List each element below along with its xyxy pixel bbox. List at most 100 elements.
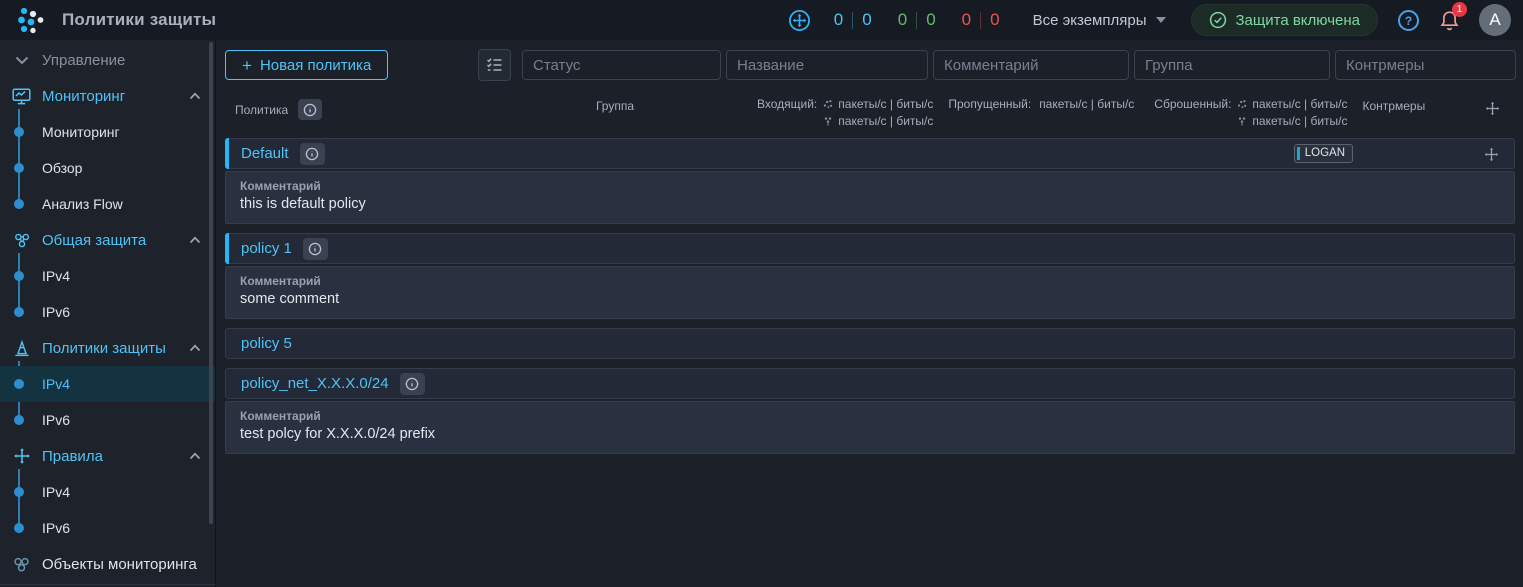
info-icon[interactable]: [303, 238, 328, 260]
policy-row-default: Default LOGAN: [225, 138, 1515, 224]
comment-text: this is default policy: [240, 196, 1500, 212]
policy-name-link[interactable]: policy 5: [241, 335, 292, 352]
mitigation-wheel-icon[interactable]: [788, 9, 811, 32]
checklist-icon: [486, 57, 503, 73]
cluster-icon: [12, 556, 31, 573]
comment-text: test polcy for X.X.X.0/24 prefix: [240, 426, 1500, 442]
flow-icon: [823, 116, 833, 126]
counter-value: 0: [862, 10, 871, 30]
filter-name-input[interactable]: [726, 50, 928, 80]
filter-status-input[interactable]: [522, 50, 721, 80]
sidebar-item-label: Политики защиты: [42, 340, 166, 357]
drag-handle-icon[interactable]: [1484, 147, 1499, 162]
new-policy-button[interactable]: + Новая политика: [225, 50, 388, 80]
policy-row-policy-net: policy_net_X.X.X.0/24 Комментарий test p…: [225, 368, 1515, 454]
sidebar-divider: [0, 584, 215, 585]
toolbar: + Новая политика: [225, 49, 1516, 81]
sidebar: Управление Мониторинг: [0, 40, 216, 587]
sidebar-item-obshaya-zashita[interactable]: Общая защита: [0, 222, 215, 258]
info-icon[interactable]: [298, 99, 322, 120]
chevron-up-icon: [189, 452, 201, 460]
policy-title-row[interactable]: policy 1: [225, 233, 1515, 264]
counter-red: 0 0: [962, 10, 1000, 30]
counter-green: 0 0: [898, 10, 936, 30]
sidebar-item-pravila-ipv4[interactable]: IPv4: [0, 474, 215, 510]
top-bar: Политики защиты 0 0: [0, 0, 1523, 40]
policy-comment-block: Комментарий this is default policy: [225, 171, 1515, 224]
sidebar-item-label: IPv6: [42, 304, 70, 320]
column-passed: Пропущенный: пакеты/с | биты/с: [948, 97, 1134, 111]
help-icon[interactable]: ?: [1397, 9, 1420, 32]
comment-label: Комментарий: [240, 179, 1500, 193]
flow-icon: [1237, 116, 1247, 126]
avatar[interactable]: A: [1479, 4, 1511, 36]
column-settings-button[interactable]: [478, 49, 511, 81]
sidebar-item-label: Правила: [42, 448, 103, 465]
counter-value: 0: [834, 10, 843, 30]
app-logo-icon[interactable]: [16, 5, 46, 35]
status-counters: 0 0 0 0 0 0: [834, 10, 1000, 30]
check-circle-icon: [1209, 11, 1227, 29]
sidebar-item-politiki-ipv4[interactable]: IPv4: [0, 366, 215, 402]
sidebar-scrollbar[interactable]: [209, 42, 213, 524]
drag-handle-icon[interactable]: [1485, 101, 1500, 116]
chevron-up-icon: [189, 344, 201, 352]
filter-countermeasures-input[interactable]: [1335, 50, 1516, 80]
sidebar-item-obzor[interactable]: Обзор: [0, 150, 215, 186]
policy-name-link[interactable]: Default: [241, 145, 289, 162]
sidebar-item-upravlenie[interactable]: Управление: [0, 42, 215, 78]
column-group-label: Группа: [596, 99, 634, 113]
column-policy: Политика: [235, 99, 565, 120]
sidebar-item-label: IPv4: [42, 484, 70, 500]
column-incoming: Входящий: пакеты/с | биты/с: [757, 97, 933, 128]
policy-row-policy-5: policy 5: [225, 328, 1515, 359]
sidebar-group-obshaya-zashita: Общая защита IPv4 IPv6: [0, 222, 215, 330]
units-label: пакеты/с | биты/с: [838, 114, 933, 128]
info-icon[interactable]: [400, 373, 425, 395]
sidebar-item-obshaya-ipv4[interactable]: IPv4: [0, 258, 215, 294]
sidebar-item-label: Управление: [42, 52, 125, 69]
sidebar-item-label: Анализ Flow: [42, 196, 123, 212]
svg-text:?: ?: [1405, 14, 1412, 28]
notification-count-badge: 1: [1452, 2, 1467, 17]
sidebar-item-monitoring[interactable]: Мониторинг: [0, 78, 215, 114]
filter-comment-input[interactable]: [933, 50, 1129, 80]
sidebar-item-label: IPv6: [42, 520, 70, 536]
counter-blue: 0 0: [834, 10, 872, 30]
countermeasure-badge[interactable]: LOGAN: [1294, 144, 1353, 163]
comment-text: some comment: [240, 291, 1500, 307]
counter-value: 0: [926, 10, 935, 30]
notifications-bell-icon[interactable]: 1: [1439, 9, 1460, 32]
sidebar-item-obekty-monitoringa[interactable]: Объекты мониторинга: [0, 546, 215, 582]
sidebar-item-obshaya-ipv6[interactable]: IPv6: [0, 294, 215, 330]
units-label: пакеты/с | биты/с: [1252, 114, 1347, 128]
sidebar-item-pravila[interactable]: Правила: [0, 438, 215, 474]
sidebar-group-monitoring: Мониторинг Мониторинг Обзор Анализ Flow: [0, 78, 215, 222]
counter-divider: [916, 12, 917, 29]
sidebar-item-pravila-ipv6[interactable]: IPv6: [0, 510, 215, 546]
sidebar-item-label: Общая защита: [42, 232, 146, 249]
policy-title-row[interactable]: Default LOGAN: [225, 138, 1515, 169]
plus-icon: +: [242, 57, 252, 74]
sidebar-item-politiki-ipv6[interactable]: IPv6: [0, 402, 215, 438]
info-icon[interactable]: [300, 143, 325, 165]
sidebar-item-label: IPv6: [42, 412, 70, 428]
policy-name-link[interactable]: policy 1: [241, 240, 292, 257]
comment-label: Комментарий: [240, 409, 1500, 423]
app-root: Политики защиты 0 0: [0, 0, 1523, 587]
column-passed-label: Пропущенный:: [948, 97, 1031, 111]
instance-selector[interactable]: Все экземпляры: [1033, 12, 1166, 29]
column-dropped-label: Сброшенный:: [1154, 97, 1231, 128]
policy-title-row[interactable]: policy_net_X.X.X.0/24: [225, 368, 1515, 399]
sidebar-item-politiki-zashity[interactable]: Политики защиты: [0, 330, 215, 366]
protection-status-badge[interactable]: Защита включена: [1191, 4, 1379, 36]
column-countermeasures: Контрмеры: [1363, 99, 1426, 113]
network-shield-icon: [12, 232, 31, 249]
sidebar-item-analiz-flow[interactable]: Анализ Flow: [0, 186, 215, 222]
filter-group-input[interactable]: [1134, 50, 1330, 80]
policy-title-row[interactable]: policy 5: [225, 328, 1515, 359]
sidebar-item-monitoring-sub[interactable]: Мониторинг: [0, 114, 215, 150]
policy-name-link[interactable]: policy_net_X.X.X.0/24: [241, 375, 389, 392]
header-actions: 0 0 0 0 0 0 Все экземпляры: [788, 4, 1511, 36]
counter-divider: [852, 12, 853, 29]
